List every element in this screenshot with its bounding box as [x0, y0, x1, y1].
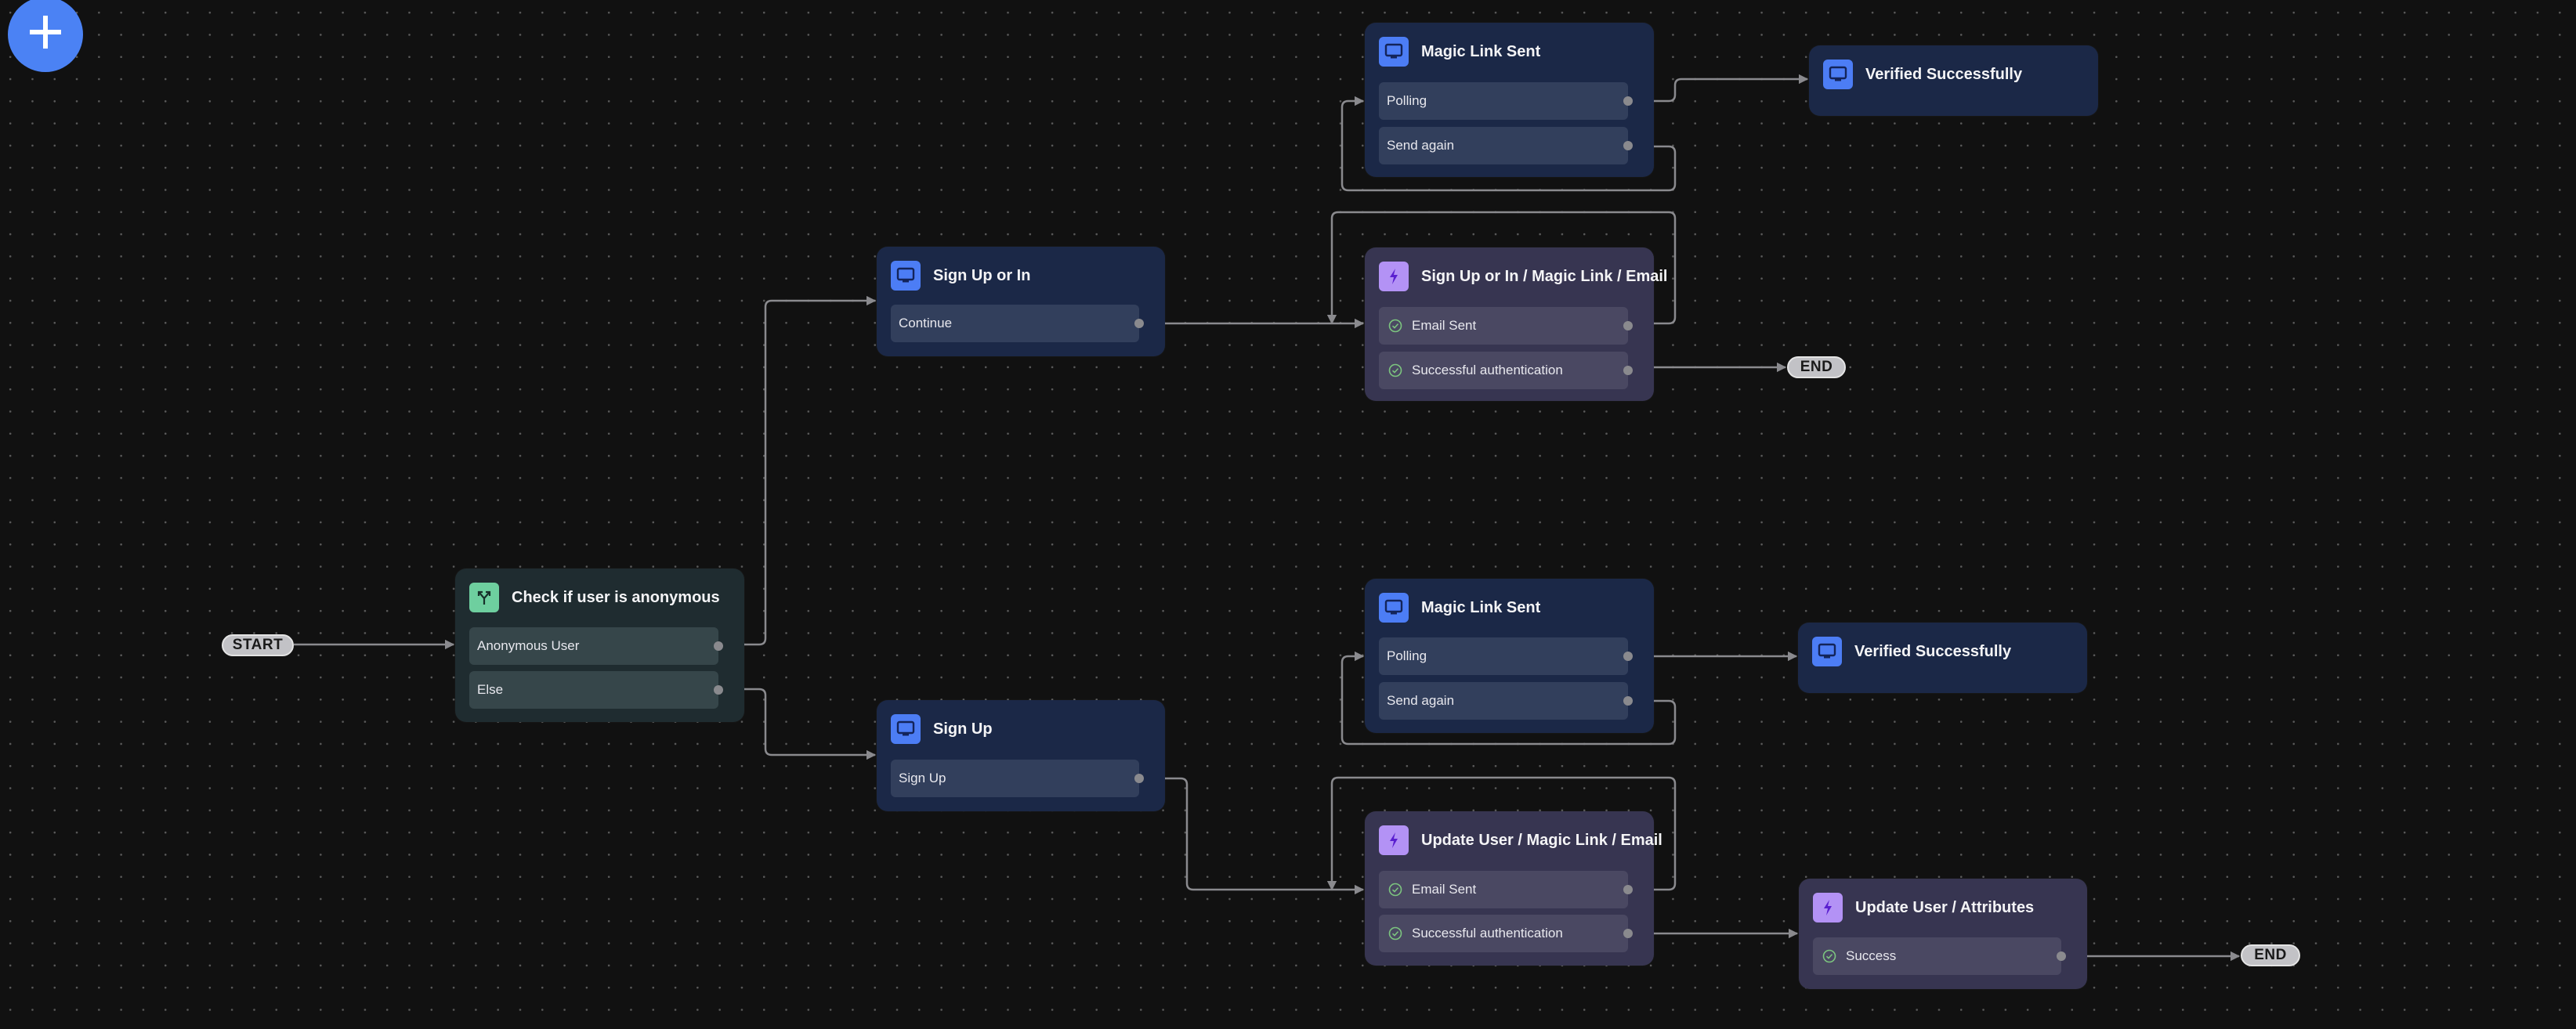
- output-port[interactable]: [1623, 696, 1633, 706]
- row-send-again[interactable]: Send again: [1379, 682, 1633, 720]
- row-polling[interactable]: Polling: [1379, 82, 1633, 120]
- node-title: Sign Up: [933, 720, 993, 738]
- row-label: Email Sent: [1412, 882, 1477, 897]
- row-label: Polling: [1387, 93, 1427, 108]
- edge-polling-top-to-verified[interactable]: [1640, 74, 1809, 103]
- check-circle-icon: [1388, 363, 1402, 377]
- node-header: Update User / Attributes: [1813, 893, 2034, 922]
- node-sign-up-or-in[interactable]: Sign Up or In Continue: [877, 247, 1165, 356]
- node-header: Verified Successfully: [1812, 637, 2011, 666]
- node-header: Sign Up: [891, 714, 993, 744]
- screen-icon: [1812, 637, 1842, 666]
- row-send-again[interactable]: Send again: [1379, 127, 1633, 164]
- node-title: Magic Link Sent: [1421, 42, 1541, 60]
- start-node[interactable]: START: [222, 634, 294, 656]
- screen-icon: [1379, 37, 1409, 67]
- row-label: Send again: [1387, 138, 1455, 153]
- node-update-user-magic-email[interactable]: Update User / Magic Link / Email Email S…: [1365, 811, 1662, 966]
- node-title: Verified Successfully: [1865, 65, 2023, 83]
- split-icon: [469, 583, 499, 612]
- check-circle-icon: [1822, 949, 1836, 963]
- row-continue[interactable]: Continue: [891, 305, 1144, 342]
- node-header: Magic Link Sent: [1379, 593, 1540, 623]
- row-anonymous-user[interactable]: Anonymous User: [469, 627, 723, 665]
- node-title: Sign Up or In: [933, 266, 1031, 284]
- row-label: Email Sent: [1412, 318, 1477, 333]
- bolt-icon: [1379, 825, 1409, 855]
- edge-else-to-signup[interactable]: [730, 688, 877, 760]
- screen-icon: [1379, 593, 1409, 623]
- row-email-sent[interactable]: Email Sent: [1379, 307, 1633, 345]
- check-circle-icon: [1388, 883, 1402, 897]
- edge-anonymous-to-signup-or-in[interactable]: [730, 295, 877, 646]
- node-signup-or-in-magic-email[interactable]: Sign Up or In / Magic Link / Email Email…: [1365, 247, 1667, 401]
- bolt-icon: [1813, 893, 1843, 922]
- bolt-icon: [1379, 262, 1409, 291]
- row-label: Success: [1846, 948, 1897, 963]
- check-circle-icon: [1388, 926, 1402, 941]
- node-title: Update User / Attributes: [1855, 898, 2035, 916]
- output-port[interactable]: [1623, 929, 1633, 938]
- output-port[interactable]: [1134, 319, 1144, 328]
- node-title: Update User / Magic Link / Email: [1421, 831, 1662, 849]
- row-label: Else: [477, 682, 504, 697]
- row-sign-up[interactable]: Sign Up: [891, 760, 1144, 797]
- node-title: Check if user is anonymous: [512, 588, 720, 606]
- output-port[interactable]: [1134, 774, 1144, 783]
- end-node-top[interactable]: END: [1787, 356, 1846, 378]
- row-polling[interactable]: Polling: [1379, 637, 1633, 675]
- node-verified-bottom[interactable]: Verified Successfully: [1798, 623, 2087, 693]
- node-header: Sign Up or In / Magic Link / Email: [1379, 262, 1667, 291]
- node-magic-link-sent-bottom[interactable]: Magic Link Sent Polling Send again: [1365, 579, 1654, 733]
- edges-layer: [294, 74, 2241, 962]
- add-node-button[interactable]: [8, 0, 83, 72]
- node-header: Update User / Magic Link / Email: [1379, 825, 1662, 855]
- output-port[interactable]: [1623, 96, 1633, 106]
- node-magic-link-sent-top[interactable]: Magic Link Sent Polling Send again: [1365, 23, 1654, 177]
- node-update-user-attributes[interactable]: Update User / Attributes Success: [1799, 879, 2087, 989]
- row-successful-authentication[interactable]: Successful authentication: [1379, 915, 1633, 952]
- node-title: Magic Link Sent: [1421, 598, 1541, 616]
- row-label: Sign Up: [899, 771, 946, 785]
- edge-signup-to-update-email[interactable]: [1152, 777, 1365, 895]
- output-port[interactable]: [714, 685, 723, 695]
- node-title: Verified Successfully: [1854, 642, 2012, 660]
- node-header: Verified Successfully: [1823, 60, 2022, 89]
- node-sign-up[interactable]: Sign Up Sign Up: [877, 700, 1165, 811]
- output-port[interactable]: [1623, 885, 1633, 894]
- row-email-sent[interactable]: Email Sent: [1379, 871, 1633, 908]
- node-header: Sign Up or In: [891, 261, 1030, 291]
- screen-icon: [891, 714, 921, 744]
- node-verified-top[interactable]: Verified Successfully: [1809, 45, 2098, 116]
- output-port[interactable]: [1623, 652, 1633, 661]
- node-title: Sign Up or In / Magic Link / Email: [1421, 267, 1668, 285]
- row-label: Successful authentication: [1412, 363, 1563, 377]
- row-label: Anonymous User: [477, 638, 580, 653]
- node-check-anonymous[interactable]: Check if user is anonymous Anonymous Use…: [455, 569, 744, 722]
- screen-icon: [891, 261, 921, 291]
- output-port[interactable]: [1623, 321, 1633, 330]
- node-header: Magic Link Sent: [1379, 37, 1540, 67]
- output-port[interactable]: [714, 641, 723, 651]
- output-port[interactable]: [1623, 366, 1633, 375]
- row-label: Send again: [1387, 693, 1455, 708]
- row-label: Successful authentication: [1412, 926, 1563, 941]
- row-success[interactable]: Success: [1813, 937, 2066, 975]
- row-else[interactable]: Else: [469, 671, 723, 709]
- row-label: Continue: [899, 316, 953, 330]
- row-label: Polling: [1387, 648, 1427, 663]
- row-successful-authentication[interactable]: Successful authentication: [1379, 352, 1633, 389]
- check-circle-icon: [1388, 319, 1402, 333]
- output-port[interactable]: [2057, 951, 2066, 961]
- end-node-bottom[interactable]: END: [2241, 944, 2300, 966]
- plus-icon-vertical: [43, 16, 48, 49]
- output-port[interactable]: [1623, 141, 1633, 150]
- node-header: Check if user is anonymous: [469, 583, 720, 612]
- screen-icon: [1823, 60, 1853, 89]
